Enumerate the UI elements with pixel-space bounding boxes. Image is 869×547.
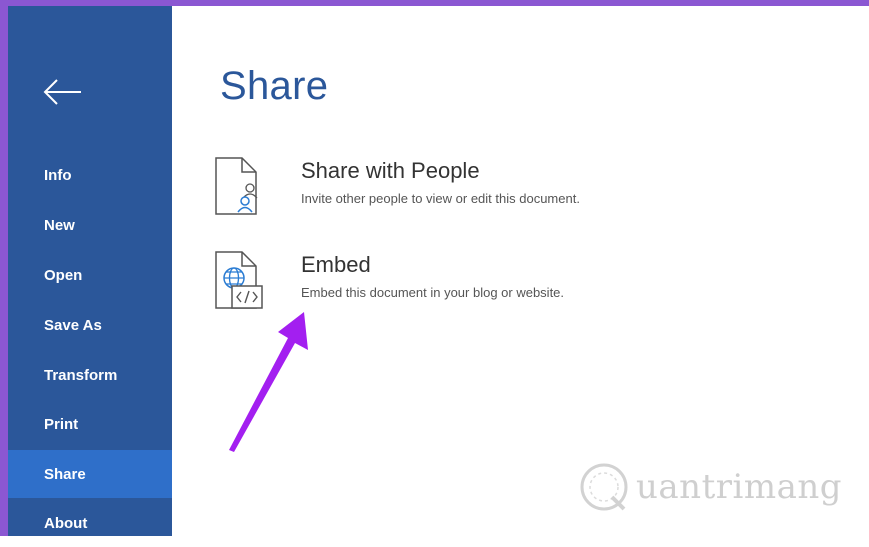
sidebar-item-info[interactable]: Info (8, 151, 172, 199)
watermark: uantrimang (578, 458, 848, 516)
sidebar-item-open[interactable]: Open (8, 251, 172, 299)
annotation-arrow (229, 312, 308, 452)
sidebar-item-label: Open (44, 266, 83, 284)
sidebar-item-new[interactable]: New (8, 201, 172, 249)
option-title: Embed (301, 252, 371, 277)
watermark-text: uantrimang (636, 467, 843, 507)
sidebar-item-transform[interactable]: Transform (8, 351, 172, 399)
sidebar-item-about[interactable]: About (8, 499, 172, 547)
share-people-icon (215, 157, 258, 215)
share-with-people-option[interactable]: Share with People Invite other people to… (212, 156, 732, 228)
sidebar-item-label: Share (44, 465, 86, 483)
option-title: Share with People (301, 158, 480, 183)
sidebar-item-label: Info (44, 166, 72, 184)
option-description: Embed this document in your blog or webs… (301, 285, 565, 300)
frame-border-left (0, 0, 8, 536)
page-title: Share (220, 64, 329, 108)
sidebar-item-share[interactable]: Share (8, 450, 172, 498)
sidebar-item-label: About (44, 514, 88, 532)
sidebar-item-label: Save As (44, 316, 102, 334)
option-description: Invite other people to view or edit this… (301, 191, 580, 206)
sidebar-item-label: Transform (44, 366, 118, 384)
sidebar-item-label: New (44, 216, 75, 234)
watermark-logo-icon (580, 463, 628, 511)
backstage-sidebar: Info New Open Save As Transform Print Sh… (8, 6, 172, 536)
sidebar-item-label: Print (44, 415, 79, 433)
back-button[interactable] (41, 75, 83, 109)
sidebar-item-save-as[interactable]: Save As (8, 301, 172, 349)
sidebar-item-print[interactable]: Print (8, 400, 172, 448)
back-arrow-icon (43, 79, 81, 105)
